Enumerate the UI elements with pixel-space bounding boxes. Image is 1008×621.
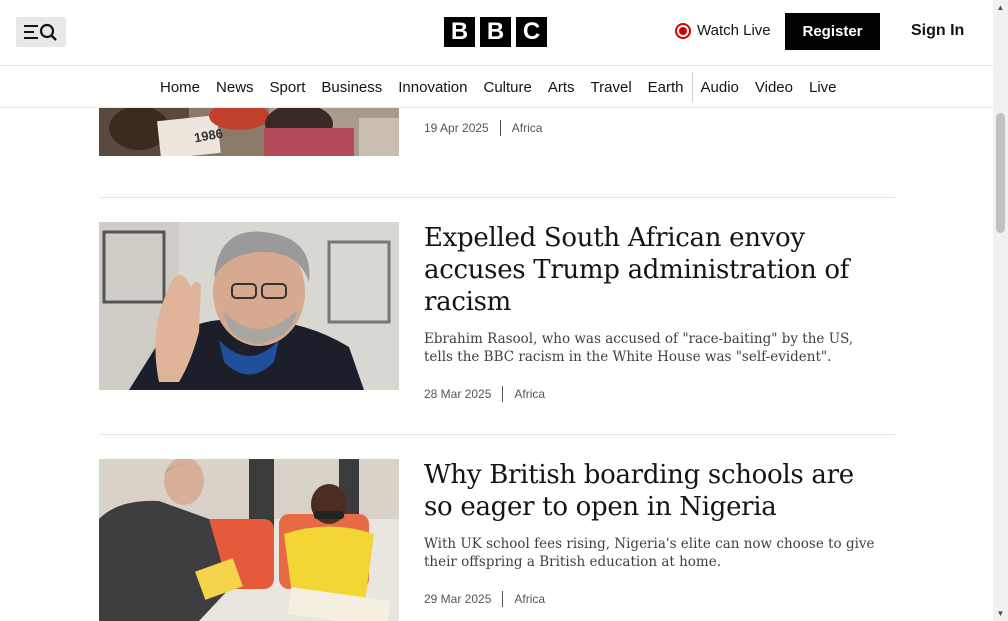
nav-item-news[interactable]: News [208,66,262,108]
meta-divider [502,591,504,607]
page-scrollbar[interactable]: ▲ ▼ [993,0,1008,621]
article-image[interactable] [99,222,399,390]
logo-letter-c: C [516,17,547,47]
school-photo [99,459,399,621]
article-image[interactable] [99,459,399,621]
article-meta: 28 Mar 2025 Africa [424,386,884,402]
nav-item-earth[interactable]: Earth [640,66,692,108]
children-photo [99,108,399,156]
main-navigation: Home News Sport Business Innovation Cult… [0,66,993,108]
sign-in-link[interactable]: Sign In [911,22,964,40]
nav-item-culture[interactable]: Culture [476,66,540,108]
article-summary: Ebrahim Rasool, who was accused of "race… [424,331,854,365]
nav-item-arts[interactable]: Arts [540,66,583,108]
article-divider [99,434,895,435]
nav-item-audio[interactable]: Audio [693,66,747,108]
article-date: 29 Mar 2025 [424,592,492,606]
logo-letter-b1: B [444,17,475,47]
watch-live-label: Watch Live [697,22,771,39]
article-meta: 19 Apr 2025 Africa [424,120,884,136]
site-header: B B C Watch Live Register Sign In [0,0,993,66]
meta-divider [502,386,504,402]
article-summary: With UK school fees rising, Nigeria's el… [424,536,875,570]
article-card[interactable]: Expelled South African envoy accuses Tru… [99,222,895,402]
nav-item-video[interactable]: Video [747,66,801,108]
article-divider [99,197,895,198]
article-meta: 29 Mar 2025 Africa [424,591,884,607]
menu-search-button[interactable] [16,17,66,47]
menu-search-icon [24,23,57,41]
article-section[interactable]: Africa [512,121,543,135]
nav-item-innovation[interactable]: Innovation [390,66,475,108]
bbc-logo[interactable]: B B C [444,17,547,47]
live-indicator-icon [675,22,691,39]
envoy-photo [99,222,399,390]
article-section[interactable]: Africa [514,387,545,401]
nav-item-travel[interactable]: Travel [583,66,640,108]
watch-live-link[interactable]: Watch Live [675,22,771,39]
nav-item-sport[interactable]: Sport [262,66,314,108]
nav-item-home[interactable]: Home [152,66,208,108]
article-image[interactable]: 1986 [99,108,399,156]
register-button[interactable]: Register [785,13,880,50]
scroll-up-arrow-icon[interactable]: ▲ [993,0,1008,15]
article-headline[interactable]: Why British boarding schools are so eage… [424,459,884,523]
scrollbar-thumb[interactable] [996,113,1005,233]
article-card[interactable]: 1986 19 Apr 2025 Africa [99,108,895,156]
article-date: 19 Apr 2025 [424,121,489,135]
nav-item-business[interactable]: Business [313,66,390,108]
logo-letter-b2: B [480,17,511,47]
article-card[interactable]: Why British boarding schools are so eage… [99,459,895,621]
article-headline[interactable]: Expelled South African envoy accuses Tru… [424,222,884,318]
meta-divider [499,120,501,136]
article-section[interactable]: Africa [514,592,545,606]
scroll-down-arrow-icon[interactable]: ▼ [993,606,1008,621]
article-date: 28 Mar 2025 [424,387,492,401]
nav-item-live[interactable]: Live [801,66,845,108]
